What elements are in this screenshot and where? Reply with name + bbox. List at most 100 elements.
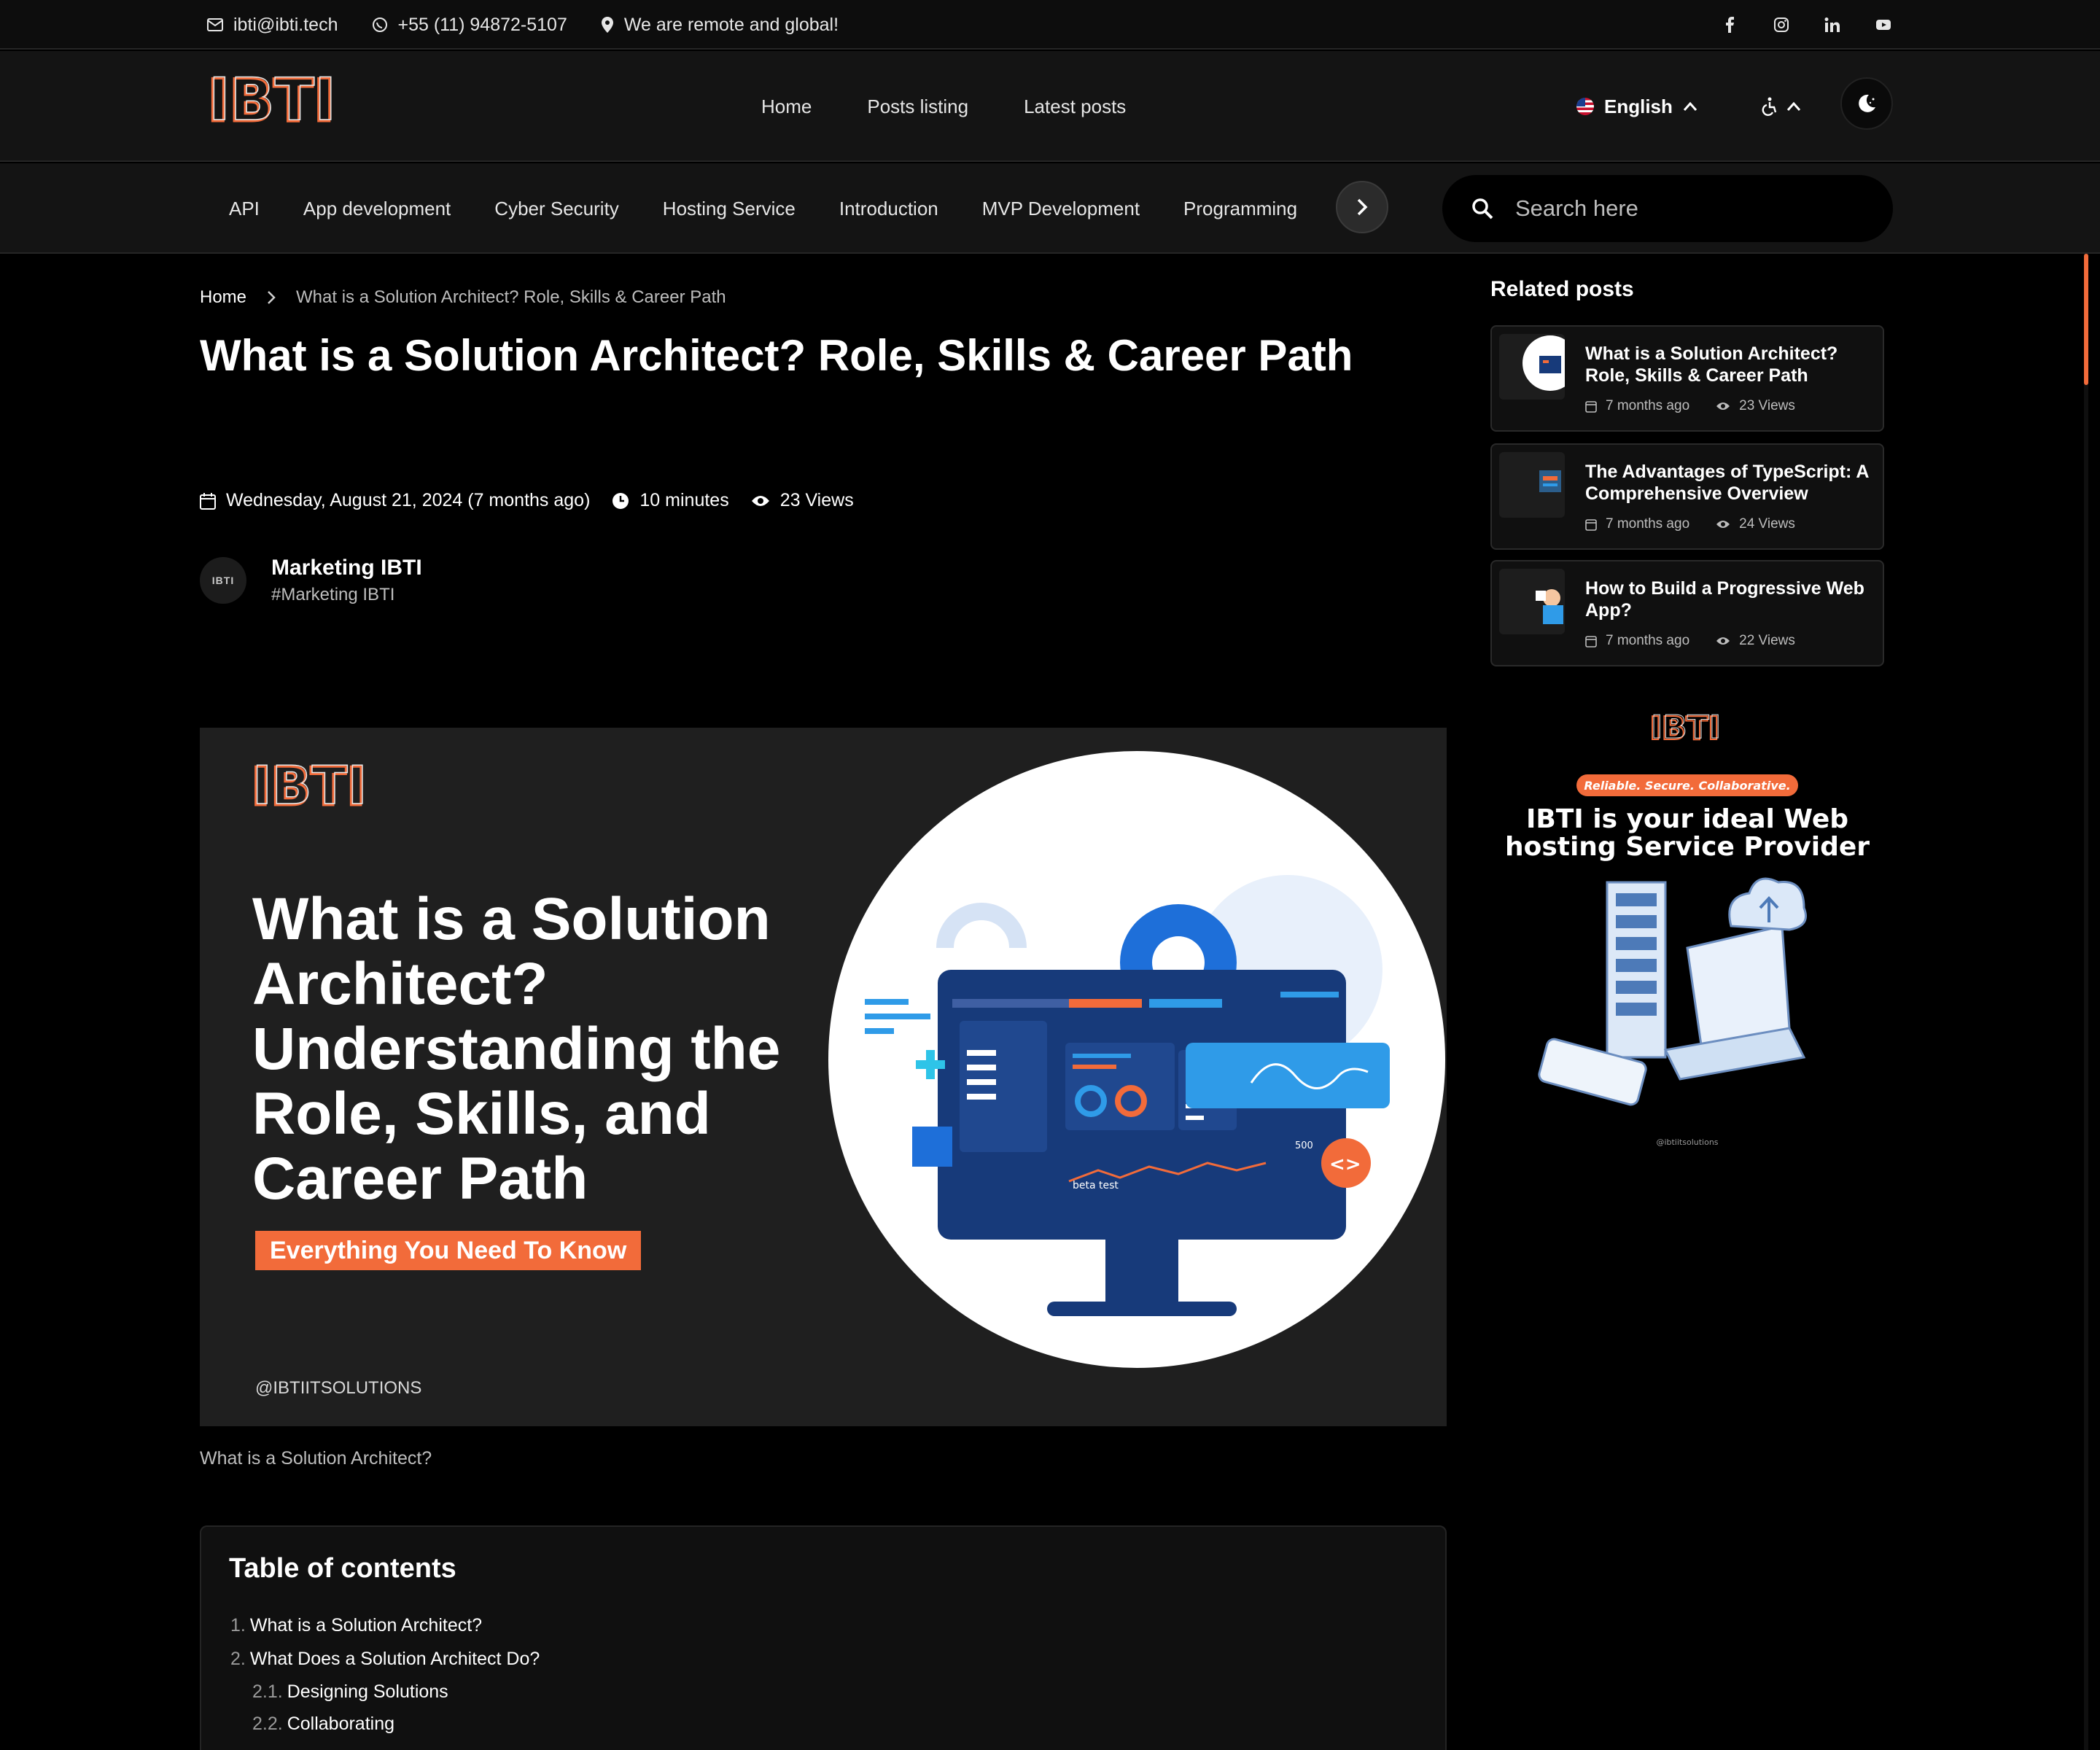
main-nav: Home Posts listing Latest posts [761, 51, 1126, 162]
email-contact[interactable]: ibti@ibti.tech [207, 15, 338, 36]
author-info: Marketing IBTI #Marketing IBTI [271, 556, 422, 605]
hero-illustration: beta test 500 <> [828, 751, 1445, 1368]
breadcrumb-current: What is a Solution Architect? Role, Skil… [296, 287, 726, 307]
category-next-button[interactable] [1336, 181, 1388, 233]
language-label: English [1604, 95, 1673, 117]
related-post-thumbnail [1499, 452, 1565, 518]
toc-list: 1. What is a Solution Architect? 2. What D… [230, 1609, 540, 1740]
article-meta: Wednesday, August 21, 2024 (7 months ago… [200, 490, 854, 511]
chevron-up-icon [1786, 101, 1801, 111]
ibti-logo: IBTI IBTI [251, 761, 368, 812]
contact-info: ibti@ibti.tech +55 (11) 94872-5107 We ar… [207, 0, 839, 50]
ibti-logo[interactable]: IBTI IBTI [207, 73, 353, 131]
chevron-right-icon [268, 291, 276, 304]
toc-item-number: 2.2. [252, 1713, 283, 1734]
page-scrollbar[interactable] [2084, 254, 2088, 1750]
nav-home[interactable]: Home [761, 96, 812, 118]
facebook-icon[interactable] [1722, 17, 1738, 33]
calendar-icon [1585, 519, 1597, 531]
email-text: ibti@ibti.tech [233, 14, 338, 35]
breadcrumb-home[interactable]: Home [200, 287, 246, 308]
related-post-views: 22 Views [1716, 633, 1795, 649]
author-block[interactable]: IBTI Marketing IBTI #Marketing IBTI [200, 556, 422, 605]
phone-text: +55 (11) 94872-5107 [397, 14, 567, 35]
phone-contact[interactable]: +55 (11) 94872-5107 [372, 15, 567, 36]
whatsapp-icon [372, 18, 387, 32]
related-post-meta: 7 months ago 24 Views [1585, 516, 1795, 532]
related-post-title: How to Build a Progressive Web App? [1585, 578, 1864, 621]
related-post-card[interactable]: How to Build a Progressive Web App? 7 mo… [1490, 560, 1884, 666]
eye-icon [1716, 521, 1730, 528]
category-introduction[interactable]: Introduction [839, 198, 938, 220]
toc-item-label: Designing Solutions [287, 1681, 448, 1702]
related-post-time: 7 months ago [1585, 516, 1689, 532]
toc-item-label: What Does a Solution Architect Do? [249, 1648, 540, 1669]
related-post-views: 24 Views [1716, 516, 1795, 532]
eye-icon [751, 495, 769, 506]
related-post-card[interactable]: What is a Solution Architect? Role, Skil… [1490, 325, 1884, 432]
category-mvp-development[interactable]: MVP Development [982, 198, 1140, 220]
svg-text:IBTI: IBTI [252, 761, 368, 812]
toc-title: Table of contents [229, 1553, 456, 1584]
us-flag-icon [1576, 98, 1594, 115]
youtube-icon[interactable] [1875, 17, 1891, 33]
svg-text:IBTI: IBTI [1651, 709, 1721, 746]
search-input[interactable] [1515, 195, 1836, 222]
svg-text:Reliable. Secure. Collaborativ: Reliable. Secure. Collaborative. [1584, 779, 1790, 793]
related-post-title: What is a Solution Architect? Role, Skil… [1585, 343, 1838, 386]
linkedin-icon[interactable] [1824, 17, 1840, 33]
category-app-development[interactable]: App development [303, 198, 451, 220]
category-bar: API App development Cyber Security Hosti… [0, 163, 2100, 254]
calendar-icon [1585, 401, 1597, 413]
page-title: What is a Solution Architect? Role, Skil… [200, 331, 1353, 380]
read-time: 10 minutes [612, 490, 729, 511]
related-post-meta: 7 months ago 22 Views [1585, 633, 1795, 649]
chevron-up-icon [1683, 101, 1698, 111]
date-text: Wednesday, August 21, 2024 (7 months ago… [226, 490, 591, 510]
toc-item-number: 2.1. [252, 1681, 283, 1702]
related-post-thumbnail [1499, 334, 1565, 400]
theme-toggle-button[interactable] [1840, 77, 1893, 130]
related-post-views: 23 Views [1716, 398, 1795, 414]
nav-latest-posts[interactable]: Latest posts [1024, 96, 1126, 118]
category-api[interactable]: API [229, 198, 260, 220]
category-programming[interactable]: Programming [1183, 198, 1297, 220]
category-hosting-service[interactable]: Hosting Service [663, 198, 796, 220]
toc-item[interactable]: 1. What is a Solution Architect? [230, 1609, 540, 1642]
scrollbar-thumb[interactable] [2084, 254, 2088, 385]
main-header: IBTI IBTI Home Posts listing Latest post… [0, 51, 2100, 162]
hosting-ad-banner[interactable]: IBTI IBTI Reliable. Secure. Collaborativ… [1490, 707, 1884, 1167]
eye-icon [1716, 402, 1730, 410]
envelope-icon [207, 18, 223, 31]
eye-icon [1716, 637, 1730, 645]
toc-item-number: 1. [230, 1614, 246, 1636]
svg-text:IBTI is your ideal Web: IBTI is your ideal Web [1526, 804, 1848, 834]
toc-subitem[interactable]: 2.1. Designing Solutions [230, 1676, 540, 1708]
hero-image: IBTI IBTI What is a Solution Architect? … [200, 728, 1447, 1426]
author-handle: #Marketing IBTI [271, 585, 395, 604]
accessibility-icon [1762, 97, 1777, 116]
read-time-text: 10 minutes [639, 490, 729, 510]
svg-text:<>: <> [1329, 1154, 1361, 1175]
toc-item-number: 2. [230, 1648, 246, 1669]
category-cyber-security[interactable]: Cyber Security [494, 198, 619, 220]
language-selector[interactable]: English [1576, 51, 1698, 162]
table-of-contents: Table of contents 1. What is a Solution A… [200, 1525, 1447, 1750]
hero-title: What is a Solution Architect? Understand… [252, 886, 781, 1212]
hero-handle: @IBTIITSOLUTIONS [255, 1378, 422, 1398]
svg-text:500: 500 [1295, 1140, 1313, 1151]
related-post-card[interactable]: The Advantages of TypeScript: A Comprehe… [1490, 443, 1884, 550]
nav-posts-listing[interactable]: Posts listing [867, 96, 968, 118]
toc-subitem[interactable]: 2.2. Collaborating [230, 1708, 540, 1740]
moon-icon [1859, 94, 1875, 112]
toc-item-label: Collaborating [287, 1713, 395, 1734]
accessibility-menu[interactable] [1760, 51, 1801, 162]
related-post-thumbnail [1499, 569, 1565, 634]
related-posts-title: Related posts [1490, 277, 1634, 301]
related-post-time: 7 months ago [1585, 398, 1689, 414]
toc-item[interactable]: 2. What Does a Solution Architect Do? [230, 1642, 540, 1676]
search-bar [1442, 175, 1893, 242]
location-contact: We are remote and global! [601, 15, 839, 36]
publish-date: Wednesday, August 21, 2024 (7 months ago… [200, 490, 590, 511]
instagram-icon[interactable] [1773, 17, 1789, 33]
